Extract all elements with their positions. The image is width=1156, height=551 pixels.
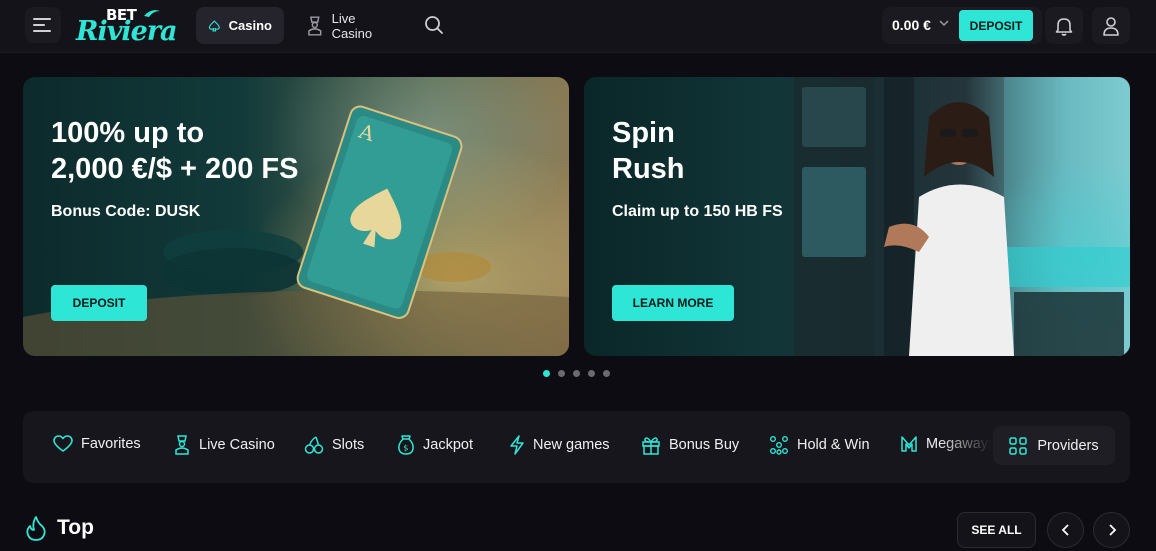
- carousel-next-button[interactable]: [1093, 512, 1130, 548]
- category-jackpot[interactable]: $ Jackpot: [397, 435, 473, 455]
- banner-title: Spin Rush: [612, 115, 685, 187]
- svg-text:$: $: [403, 444, 408, 453]
- category-slots[interactable]: Slots: [304, 435, 364, 455]
- category-label: Favorites: [81, 436, 141, 452]
- providers-button[interactable]: Providers: [993, 426, 1115, 465]
- category-label: Bonus Buy: [669, 437, 740, 453]
- banner-title: 100% up to 2,000 €/$ + 200 FS: [51, 115, 299, 187]
- category-live-casino[interactable]: Live Casino: [173, 435, 275, 455]
- gift-icon: [642, 437, 660, 455]
- menu-button[interactable]: [25, 7, 61, 43]
- tab-live-casino-label: Live Casino: [331, 10, 373, 41]
- category-label: New games: [533, 437, 610, 453]
- flame-icon: [26, 516, 46, 541]
- promo-banner-welcome[interactable]: A 100% up to 2,000 €/$ + 200 FS Bonus Co…: [23, 77, 569, 356]
- category-new-games[interactable]: New games: [509, 435, 610, 455]
- category-hold-and-win[interactable]: Hold & Win: [769, 435, 870, 455]
- top-header: BET Riviera Casino Live Casino 0.00 € DE…: [0, 0, 1156, 53]
- profile-button[interactable]: [1092, 7, 1130, 44]
- money-bag-icon: $: [398, 435, 414, 455]
- grid-icon: [1009, 436, 1028, 455]
- hamburger-icon: [33, 18, 51, 32]
- section-title-top: Top: [25, 515, 94, 541]
- chevron-left-icon: [1061, 524, 1069, 536]
- bell-icon: [1055, 17, 1073, 36]
- search-button[interactable]: [416, 7, 452, 43]
- header-deposit-button[interactable]: DEPOSIT: [959, 10, 1033, 41]
- providers-label: Providers: [1037, 437, 1099, 454]
- search-icon: [425, 16, 443, 34]
- category-bar: Favorites Live Casino Slots $ Jackpot Ne…: [23, 411, 1130, 483]
- lightning-icon: [510, 435, 524, 455]
- spade-icon: [208, 20, 220, 31]
- banner-title-line1: 100% up to: [51, 117, 205, 149]
- carousel-dot[interactable]: [543, 370, 550, 377]
- carousel-dot[interactable]: [558, 370, 565, 377]
- tab-live-casino[interactable]: Live Casino: [294, 7, 410, 44]
- notifications-button[interactable]: [1045, 7, 1083, 44]
- banner-subtitle: Claim up to 150 HB FS: [612, 203, 783, 220]
- banner-title-line2: 2,000 €/$ + 200 FS: [51, 153, 299, 185]
- tab-casino-label: Casino: [228, 18, 272, 33]
- category-label: Jackpot: [423, 437, 473, 453]
- category-label: Hold & Win: [797, 437, 870, 453]
- cherries-icon: [304, 436, 324, 454]
- category-label: Slots: [332, 437, 365, 453]
- chevron-down-icon: [939, 20, 949, 27]
- m-icon: [901, 436, 917, 452]
- category-fade: [938, 411, 998, 483]
- promo-banner-spin-rush[interactable]: Spin Rush Claim up to 150 HB FS LEARN MO…: [584, 77, 1130, 356]
- banner-title-line1: Spin: [612, 117, 675, 149]
- heart-icon: [53, 435, 73, 452]
- see-all-button[interactable]: SEE ALL: [957, 512, 1036, 548]
- carousel-dot[interactable]: [588, 370, 595, 377]
- dealer-icon: [175, 435, 189, 455]
- section-title-text: Top: [57, 516, 94, 539]
- category-favorites[interactable]: Favorites: [53, 435, 141, 453]
- banner-title-line2: Rush: [612, 153, 685, 185]
- user-icon: [1103, 16, 1119, 36]
- logo-riviera-text: Riviera: [76, 16, 178, 47]
- carousel-pagination: [543, 370, 610, 377]
- dealer-icon: [308, 15, 322, 36]
- balance-amount: 0.00 €: [892, 17, 931, 33]
- carousel-dot[interactable]: [603, 370, 610, 377]
- tab-casino[interactable]: Casino: [196, 7, 284, 44]
- carousel-dot[interactable]: [573, 370, 580, 377]
- logo[interactable]: BET Riviera: [76, 4, 178, 48]
- banner-subtitle: Bonus Code: DUSK: [51, 203, 201, 220]
- category-label: Live Casino: [199, 437, 275, 453]
- category-bonus-buy[interactable]: Bonus Buy: [641, 435, 739, 455]
- chevron-right-icon: [1108, 524, 1116, 536]
- dots-icon: [770, 436, 788, 455]
- banner-learn-more-button[interactable]: LEARN MORE: [612, 285, 734, 321]
- banner-deposit-button[interactable]: DEPOSIT: [51, 285, 147, 321]
- carousel-prev-button[interactable]: [1047, 512, 1084, 548]
